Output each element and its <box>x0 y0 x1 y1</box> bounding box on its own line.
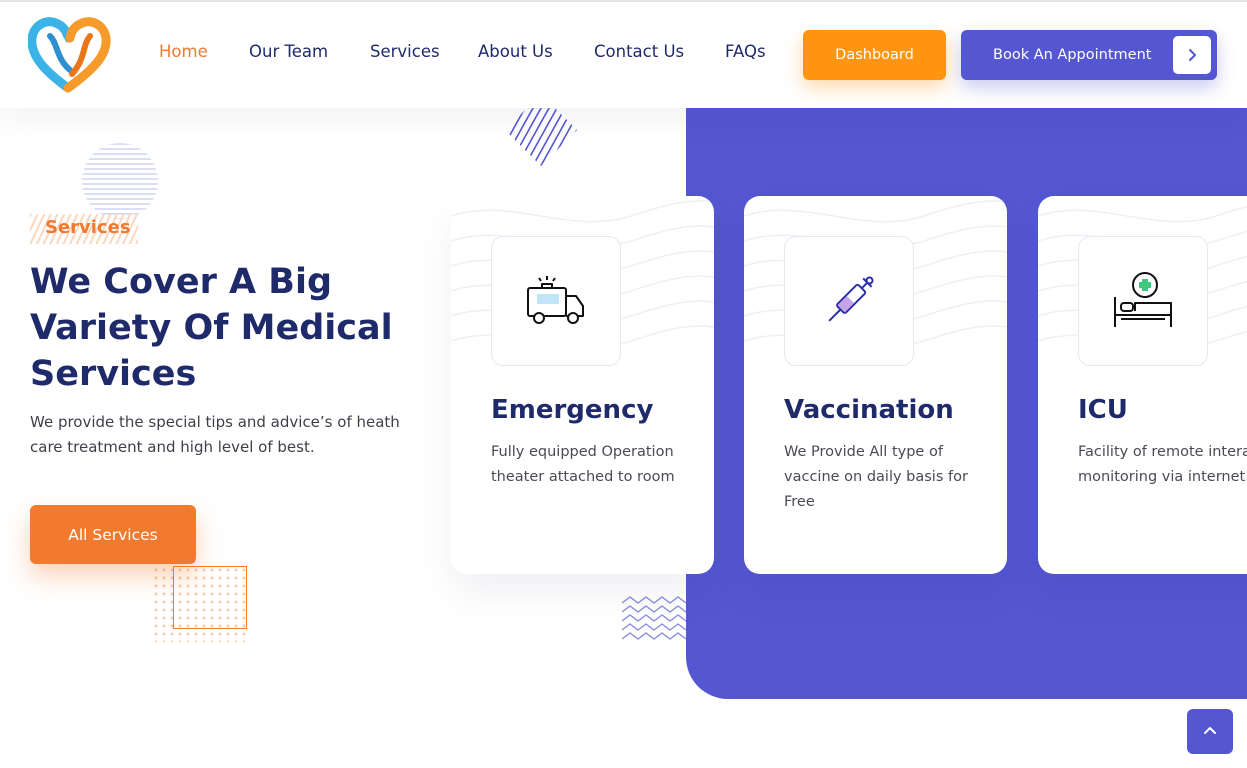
service-card-icu[interactable]: ICU Facility of remote interactive monit… <box>1038 196 1247 574</box>
card-title: Vaccination <box>784 395 954 425</box>
card-title: Emergency <box>491 395 654 425</box>
all-services-button[interactable]: All Services <box>30 505 196 564</box>
nav-home[interactable]: Home <box>159 42 208 61</box>
chevron-right-icon <box>1173 36 1211 74</box>
card-description: Facility of remote interactive monitorin… <box>1078 444 1247 485</box>
ambulance-icon <box>491 236 621 366</box>
book-appointment-button[interactable]: Book An Appointment <box>961 30 1217 80</box>
nav-about-us[interactable]: About Us <box>478 42 553 61</box>
syringe-icon <box>784 236 914 366</box>
zigzag-decoration <box>621 595 688 645</box>
scroll-to-top-button[interactable] <box>1187 709 1233 754</box>
dashboard-button-label: Dashboard <box>835 47 914 63</box>
heart-logo-icon[interactable] <box>27 14 112 96</box>
service-card-emergency[interactable]: Emergency Fully equipped Operation theat… <box>451 196 714 574</box>
nav-services[interactable]: Services <box>370 42 440 61</box>
hero-description: We provide the special tips and advice’s… <box>30 413 400 456</box>
service-card-vaccination[interactable]: Vaccination We Provide All type of vacci… <box>744 196 1007 574</box>
striped-diamond-decoration <box>505 100 577 170</box>
page-headline: We Cover A Big Variety Of Medical Servic… <box>30 262 393 394</box>
nav-our-team[interactable]: Our Team <box>249 42 328 61</box>
all-services-label: All Services <box>68 525 158 544</box>
striped-circle-decoration <box>82 143 158 219</box>
card-description: We Provide All type of vaccine on daily … <box>784 444 968 510</box>
nav-faqs[interactable]: FAQs <box>725 42 766 61</box>
dashboard-button[interactable]: Dashboard <box>803 30 946 80</box>
site-header: Home Our Team Services About Us Contact … <box>0 2 1247 108</box>
nav-contact-us[interactable]: Contact Us <box>594 42 684 61</box>
square-outline-decoration <box>173 566 247 629</box>
card-description: Fully equipped Operation theater attache… <box>491 444 675 485</box>
card-title: ICU <box>1078 395 1128 425</box>
chevron-up-icon <box>1203 722 1217 741</box>
book-appointment-label: Book An Appointment <box>993 47 1152 63</box>
section-tag: Services <box>45 217 131 238</box>
hospital-bed-icon <box>1078 236 1208 366</box>
